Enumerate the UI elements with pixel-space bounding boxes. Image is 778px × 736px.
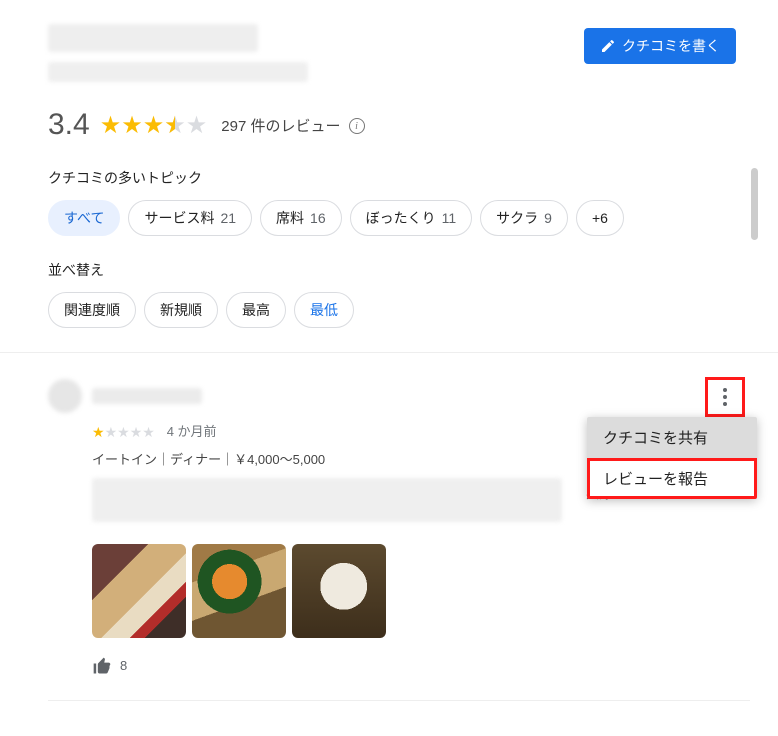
avatar: [48, 379, 82, 413]
sort-heading: 並べ替え: [48, 260, 750, 280]
thumbs-up-icon[interactable]: [92, 656, 112, 676]
topic-chip-more[interactable]: +6: [576, 200, 624, 236]
scrollbar-thumb[interactable]: [751, 168, 758, 240]
topic-chip[interactable]: ぼったくり 11: [350, 200, 473, 236]
star-empty-icon: ★: [117, 424, 130, 441]
review-time-ago: 4 か月前: [167, 424, 217, 439]
rating-score: 3.4: [48, 108, 90, 142]
info-icon[interactable]: i: [349, 118, 365, 134]
topic-chip[interactable]: サービス料 21: [128, 200, 252, 236]
star-icon: ★: [92, 424, 105, 441]
sort-option-lowest[interactable]: 最低: [294, 292, 354, 328]
review-author-row[interactable]: [48, 379, 750, 413]
star-empty-icon: ★: [142, 424, 155, 441]
author-name-redacted: [92, 388, 202, 404]
menu-share-review[interactable]: クチコミを共有: [587, 417, 757, 458]
review-count[interactable]: 297 件のレビュー: [221, 115, 340, 136]
like-count: 8: [120, 658, 127, 673]
star-half-icon: ★: [164, 111, 186, 140]
sort-option-relevance[interactable]: 関連度順: [48, 292, 136, 328]
write-review-label: クチコミを書く: [622, 36, 720, 56]
sort-option-newest[interactable]: 新規順: [144, 292, 218, 328]
review-stars: ★ ★ ★ ★ ★: [92, 424, 155, 441]
topic-chip-all[interactable]: すべて: [48, 200, 120, 236]
sort-chip-row: 関連度順 新規順 最高 最低: [48, 292, 750, 328]
sort-option-highest[interactable]: 最高: [226, 292, 286, 328]
menu-report-review[interactable]: レビューを報告: [587, 458, 757, 499]
review-body-redacted: [92, 478, 562, 522]
pencil-icon: [600, 38, 616, 54]
write-review-button[interactable]: クチコミを書く: [584, 28, 736, 64]
section-divider: [0, 352, 778, 353]
section-divider: [48, 700, 750, 701]
reviews-panel: クチコミを書く 3.4 ★ ★ ★ ★ ★ 297 件のレビュー i クチコミの…: [0, 0, 778, 736]
review-more-menu: クチコミを共有 レビューを報告: [587, 417, 757, 499]
star-empty-icon: ★: [186, 111, 208, 140]
business-title-redacted: [48, 24, 258, 52]
star-icon: ★: [100, 111, 122, 140]
star-icon: ★: [143, 111, 165, 140]
review-photos: [92, 544, 750, 638]
review-item: クチコミを共有 レビューを報告 ★ ★ ★ ★ ★ 4 か月前 イートイン｜ディ…: [48, 379, 750, 676]
review-photo-thumb[interactable]: [292, 544, 386, 638]
star-icon: ★: [121, 111, 143, 140]
topic-chip[interactable]: サクラ 9: [480, 200, 568, 236]
business-subtitle-redacted: [48, 62, 308, 82]
review-photo-thumb[interactable]: [92, 544, 186, 638]
topic-chip[interactable]: 席料 16: [260, 200, 342, 236]
like-row: 8: [92, 656, 750, 676]
star-empty-icon: ★: [130, 424, 143, 441]
rating-stars: ★ ★ ★ ★ ★: [100, 111, 208, 140]
star-empty-icon: ★: [105, 424, 118, 441]
topic-chip-row: すべて サービス料 21 席料 16 ぼったくり 11 サクラ 9 +6: [48, 200, 750, 236]
rating-summary: 3.4 ★ ★ ★ ★ ★ 297 件のレビュー i: [48, 108, 750, 142]
kebab-icon: [723, 388, 727, 406]
topics-heading: クチコミの多いトピック: [48, 168, 750, 188]
review-more-button[interactable]: [705, 377, 745, 417]
review-photo-thumb[interactable]: [192, 544, 286, 638]
